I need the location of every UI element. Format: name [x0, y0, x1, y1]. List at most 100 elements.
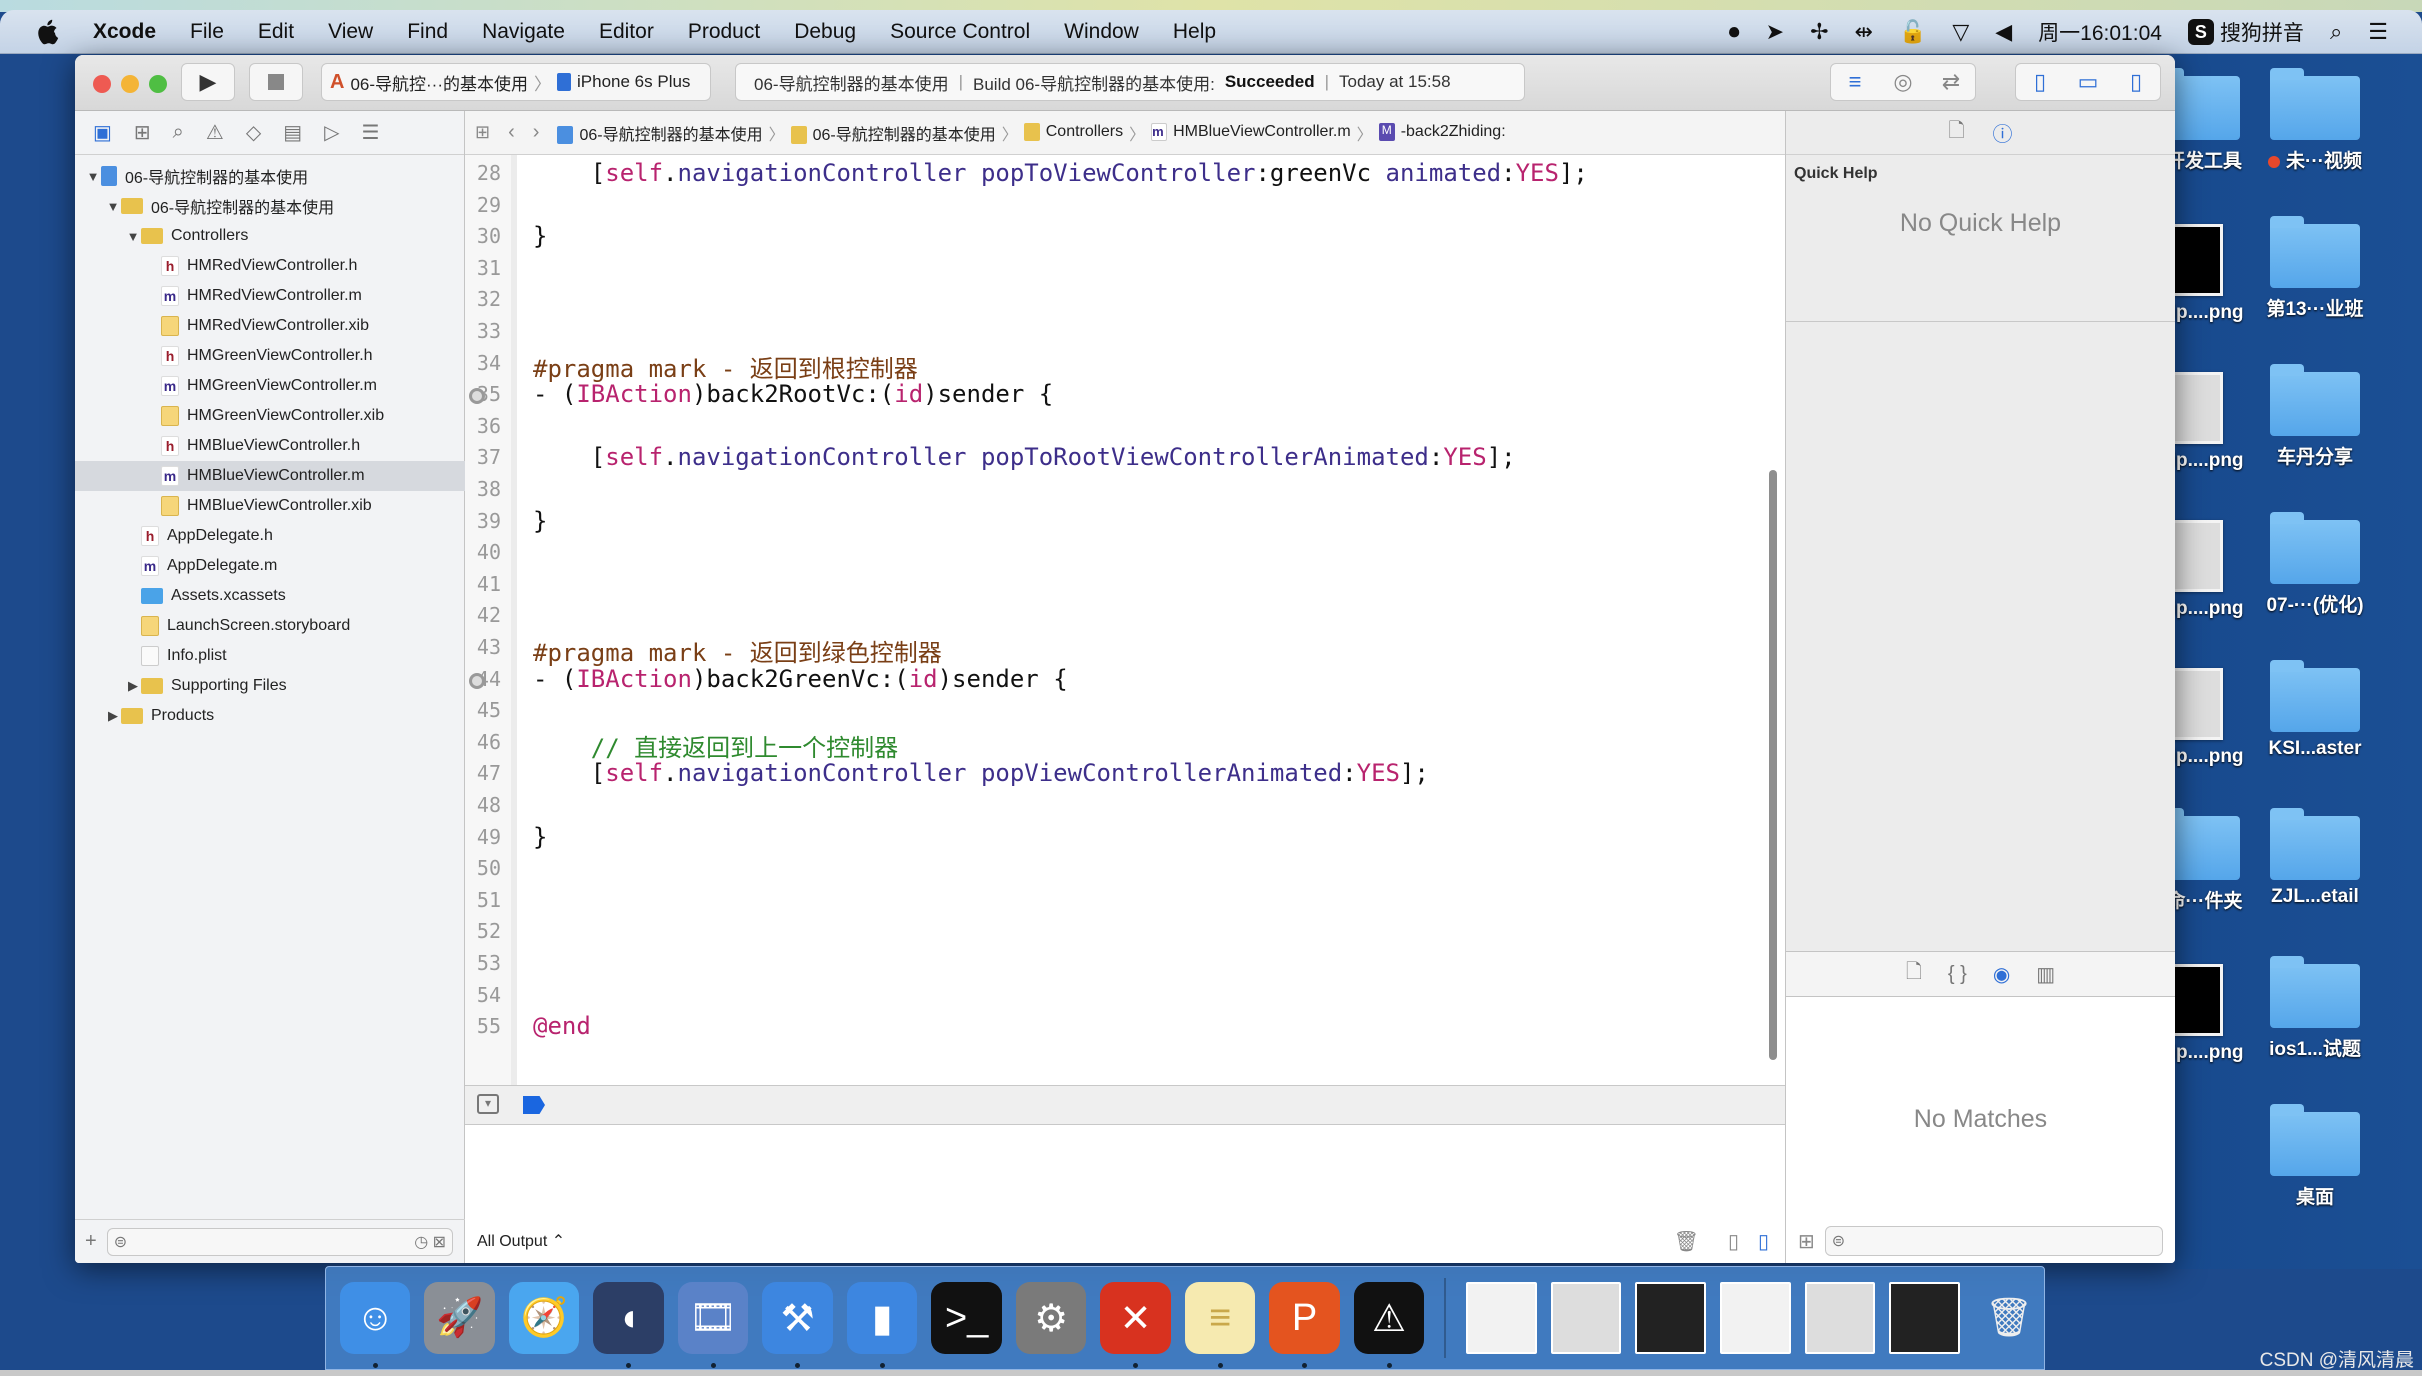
dock-simulator-icon[interactable]: ▮ — [846, 1282, 918, 1368]
desktop-icon[interactable]: 桌面 — [2255, 1104, 2375, 1209]
dock-powerpoint-like-icon[interactable]: P — [1269, 1282, 1340, 1368]
menu-app-xcode[interactable]: Xcode — [76, 20, 173, 44]
breadcrumb-item[interactable]: 06-导航控制器的基本使用 — [557, 121, 763, 145]
editor-scrollbar[interactable] — [1769, 470, 1777, 1060]
device-name[interactable]: iPhone 6s Plus — [577, 72, 690, 92]
tree-item[interactable]: m HMGreenViewController.m — [75, 371, 465, 401]
tree-item[interactable]: Assets.xcassets — [75, 581, 465, 611]
desktop-icon[interactable]: 未···视频 — [2255, 68, 2375, 173]
tree-item[interactable]: h HMGreenViewController.h — [75, 341, 465, 371]
dock-xmind-icon[interactable]: ✕ — [1100, 1282, 1171, 1368]
quick-help-tab-icon[interactable]: ⓘ — [1993, 118, 2013, 147]
desktop-icon[interactable]: 车丹分享 — [2255, 364, 2375, 469]
dock-safari-icon[interactable]: 🧭 — [508, 1282, 580, 1354]
dock-minimized-window-icon[interactable] — [1635, 1282, 1706, 1354]
back-arrow-icon[interactable]: ‹ — [508, 121, 515, 144]
tree-item[interactable]: ▼ Controllers — [75, 221, 465, 251]
breadcrumb-item[interactable]: 06-导航控制器的基本使用 — [790, 121, 996, 145]
report-navigator-tab-icon[interactable]: ☰ — [362, 120, 380, 145]
tree-item[interactable]: HMBlueViewController.xib — [75, 491, 465, 521]
dock-minimized-window-icon[interactable] — [1466, 1282, 1537, 1354]
menu-find[interactable]: Find — [390, 20, 465, 44]
desktop-icon[interactable]: 第13···业班 — [2255, 216, 2375, 321]
menu-window[interactable]: Window — [1047, 20, 1156, 44]
code-snippet-library-icon[interactable]: { } — [1948, 963, 1967, 986]
tree-item[interactable]: Info.plist — [75, 641, 465, 671]
ibaction-connection-icon[interactable] — [469, 672, 485, 689]
tree-item[interactable]: h HMRedViewController.h — [75, 251, 465, 281]
test-navigator-tab-icon[interactable]: ◇ — [246, 120, 261, 145]
menu-source-control[interactable]: Source Control — [873, 20, 1047, 44]
source-editor[interactable]: 28 29 30 31 32 33 34 35 36 37 38 39 40 41 42 43 44 45 46 47… — [465, 155, 1785, 1085]
tree-item[interactable]: m HMBlueViewController.m — [75, 461, 465, 491]
desktop-icon[interactable]: ios1...试题 — [2255, 956, 2375, 1061]
desktop-icon[interactable]: KSI...aster — [2255, 660, 2375, 760]
hide-debug-area-icon[interactable]: ▾ — [477, 1094, 499, 1114]
apple-menu-icon[interactable] — [36, 18, 62, 46]
tree-item[interactable]: m AppDelegate.m — [75, 551, 465, 581]
dock-system-preferences-icon[interactable]: ⚙ — [1015, 1282, 1087, 1354]
file-template-library-icon[interactable]: 🗋 — [1906, 957, 1922, 991]
tree-item[interactable]: ▶ Products — [75, 701, 465, 731]
navigator-filter-input[interactable]: ⊜ ◷ ⊠ — [106, 1227, 453, 1256]
disclosure-triangle-icon[interactable]: ▶ — [125, 678, 141, 694]
menu-product[interactable]: Product — [671, 20, 777, 44]
menu-edit[interactable]: Edit — [241, 20, 311, 44]
zoom-window-button[interactable] — [149, 75, 167, 93]
tree-item[interactable]: HMGreenViewController.xib — [75, 401, 465, 431]
debug-navigator-tab-icon[interactable]: ▤ — [283, 120, 302, 145]
wifi-icon[interactable]: ▽ — [1952, 21, 1969, 43]
tree-item[interactable]: m HMRedViewController.m — [75, 281, 465, 311]
input-method[interactable]: S 搜狗拼音 — [2187, 17, 2304, 47]
toggle-navigator-icon[interactable]: ▯ — [2016, 69, 2064, 95]
issue-navigator-tab-icon[interactable]: ⚠ — [206, 120, 224, 145]
related-items-icon[interactable]: ⊞ — [475, 122, 490, 143]
dock-minimized-window-icon[interactable] — [1550, 1282, 1622, 1354]
dock-notes-icon[interactable]: ≡ — [1184, 1282, 1256, 1368]
disclosure-triangle-icon[interactable]: ▼ — [105, 199, 121, 214]
dock-xcode-icon[interactable]: ⚒ — [762, 1282, 833, 1368]
console-area[interactable]: All Output ⌃ 🗑 ▯ ▯ — [465, 1125, 1785, 1263]
location-icon[interactable]: ➤ — [1766, 21, 1784, 43]
dock-minimized-window-icon[interactable] — [1804, 1282, 1876, 1354]
menu-help[interactable]: Help — [1156, 20, 1233, 44]
screen-record-icon[interactable]: ⏺ — [1729, 21, 1740, 43]
scheme-selector[interactable]: A 06-导航控···的基本使用 〉 iPhone 6s Plus — [321, 63, 711, 101]
dock-minimized-window-icon[interactable] — [1719, 1282, 1791, 1354]
dock-launchpad-icon[interactable]: 🚀 — [424, 1282, 495, 1354]
breadcrumb-item[interactable]: Controllers — [1023, 123, 1123, 142]
spotlight-search-icon[interactable]: ⌕ — [2330, 21, 2342, 43]
recent-files-icon[interactable]: ◷ ⊠ — [414, 1232, 446, 1252]
tree-item[interactable]: LaunchScreen.storyboard — [75, 611, 465, 641]
file-inspector-tab-icon[interactable]: 🗋 — [1948, 116, 1964, 150]
lock-icon[interactable]: 🔓 — [1899, 21, 1926, 43]
breakpoint-navigator-tab-icon[interactable]: ▷ — [324, 120, 339, 145]
standard-editor-icon[interactable]: ≡ — [1831, 69, 1879, 95]
toggle-debug-area-icon[interactable]: ▭ — [2064, 69, 2112, 95]
menu-view[interactable]: View — [311, 20, 390, 44]
dock-terminal-icon[interactable]: >_ — [931, 1282, 1002, 1354]
version-editor-icon[interactable]: ⇄ — [1927, 69, 1975, 95]
split-right-icon[interactable]: ▯ — [1758, 1229, 1769, 1254]
menu-editor[interactable]: Editor — [582, 20, 671, 44]
breadcrumb-item[interactable]: m HMBlueViewController.m — [1151, 123, 1351, 142]
clock[interactable]: 周一16:01:04 — [2038, 17, 2162, 47]
stop-button[interactable] — [249, 63, 303, 101]
breadcrumb-item[interactable]: M -back2Zhiding: — [1378, 123, 1506, 142]
add-file-icon[interactable]: + — [85, 1230, 97, 1253]
menu-navigate[interactable]: Navigate — [465, 20, 582, 44]
breakpoints-toggle-icon[interactable] — [523, 1096, 545, 1114]
dock-minimized-window-icon[interactable] — [1889, 1282, 1960, 1354]
forward-arrow-icon[interactable]: › — [533, 121, 540, 144]
project-navigator-tab-icon[interactable]: ▣ — [93, 120, 112, 145]
dock-console-app-icon[interactable]: ⚠ — [1353, 1282, 1425, 1368]
run-button[interactable]: ▶ — [181, 63, 235, 101]
grid-view-icon[interactable]: ⊞ — [1798, 1229, 1815, 1254]
menu-file[interactable]: File — [173, 20, 241, 44]
tree-item[interactable]: ▼ 06-导航控制器的基本使用 — [75, 161, 465, 191]
trash-icon[interactable]: 🗑 — [1674, 1229, 1699, 1254]
volume-icon[interactable]: ◀ — [1995, 21, 2012, 43]
tree-item[interactable]: HMRedViewController.xib — [75, 311, 465, 341]
notification-center-icon[interactable]: ☰ — [2368, 21, 2388, 43]
symbol-navigator-tab-icon[interactable]: ⊞ — [134, 120, 151, 145]
